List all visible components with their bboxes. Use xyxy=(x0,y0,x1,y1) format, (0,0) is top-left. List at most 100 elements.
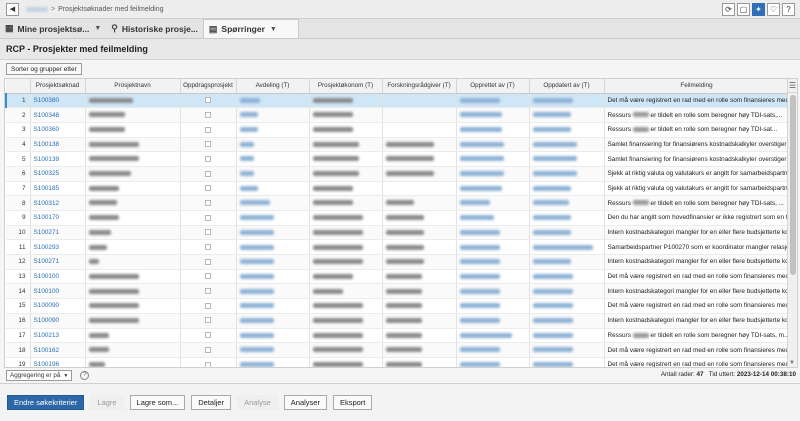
tab-2[interactable]: ⚲ Historiske prosje... xyxy=(106,19,203,38)
research-advisor-cell xyxy=(382,254,457,270)
table-row[interactable]: 10 S100271 Intern kostnadskategori mangler… xyxy=(6,225,790,241)
table-row[interactable]: 9 S100170 Den du har angitt som hovedfinan… xyxy=(6,210,790,226)
help-icon[interactable]: ? xyxy=(782,3,795,16)
table-row[interactable]: 16 S100090 Intern kostnadskategori mangler… xyxy=(6,313,790,329)
row-number: 3 xyxy=(6,122,31,138)
research-advisor-cell xyxy=(382,283,457,300)
column-menu-icon[interactable]: ☰ xyxy=(788,79,797,93)
redacted-value xyxy=(88,215,119,221)
table-row[interactable]: 2 S100348 Ressurs er tildelt en rolle som … xyxy=(6,107,790,123)
column-header[interactable]: Prosjektøkonom (T) xyxy=(309,79,383,94)
application-link[interactable]: S100090 xyxy=(30,313,86,329)
department-cell xyxy=(236,151,310,167)
application-link[interactable]: S100380 xyxy=(30,93,86,109)
application-link[interactable]: S100185 xyxy=(30,181,86,197)
error-message-cell: Ressurs er tildelt en rolle som beregner… xyxy=(604,122,790,138)
column-header[interactable]: Forskningsrådgiver (T) xyxy=(382,79,457,94)
table-row[interactable]: 1 S100380 Det må være registrert en rad me… xyxy=(5,93,790,109)
layout-icon[interactable]: ▢ xyxy=(737,3,750,16)
research-advisor-cell xyxy=(382,107,457,123)
redacted-value xyxy=(532,215,571,221)
refresh-icon[interactable]: ⟳ xyxy=(722,3,735,16)
application-link[interactable]: S100139 xyxy=(30,151,86,167)
assignment-project-cell xyxy=(180,298,237,314)
breadcrumb-blurred-parent[interactable] xyxy=(26,6,48,12)
column-header[interactable] xyxy=(6,79,31,94)
research-advisor-cell xyxy=(382,328,457,344)
change-criteria-button[interactable]: Endre søkekriterier xyxy=(7,395,85,410)
back-arrow-icon[interactable]: ◀ xyxy=(6,2,19,16)
table-row[interactable]: 5 S100139 Samlet finansiering for finansiø… xyxy=(6,151,790,167)
redacted-value xyxy=(385,244,424,250)
application-link[interactable]: S100325 xyxy=(30,166,86,182)
row-number: 14 xyxy=(6,283,31,300)
redacted-value xyxy=(532,303,573,309)
table-row[interactable]: 19 S100196 Det må være registrert en rad m… xyxy=(6,357,790,367)
column-header[interactable]: Feilmelding xyxy=(604,79,790,94)
tab-1[interactable]: ▦ Mine prosjektsø... ▼ xyxy=(0,19,106,38)
details-button[interactable]: Detaljer xyxy=(191,395,232,410)
application-link[interactable]: S100213 xyxy=(30,328,86,344)
application-link[interactable]: S100170 xyxy=(30,210,86,226)
assignment-project-cell xyxy=(180,269,237,285)
table-row[interactable]: 13 S100100 Det må være registrert en rad m… xyxy=(6,269,790,285)
sort-group-button[interactable]: Sorter og grupper etter xyxy=(6,63,82,75)
column-header[interactable]: Opprettet av (T) xyxy=(456,79,530,94)
table-row[interactable]: 6 S100325 Sjekk at riktig valuta og valuta… xyxy=(6,166,790,182)
table-row[interactable]: 11 S100293 Samarbeidspartner P100270 som e… xyxy=(6,239,790,256)
application-link[interactable]: S100100 xyxy=(30,269,86,285)
project-name-cell xyxy=(85,298,181,314)
scroll-down-icon[interactable]: ▼ xyxy=(789,360,795,366)
error-message-cell: Samlet finansiering for finansiørens kos… xyxy=(604,151,790,167)
application-link[interactable]: S100312 xyxy=(30,195,86,211)
row-number: 9 xyxy=(6,210,31,226)
redacted-value xyxy=(239,171,254,177)
chevron-down-icon[interactable]: ▼ xyxy=(94,25,101,32)
table-row[interactable]: 15 S100090 Det må være registrert en rad m… xyxy=(6,298,790,314)
application-link[interactable]: S100271 xyxy=(30,225,86,241)
aggregation-select[interactable]: Aggregering er på ▼ xyxy=(6,370,73,381)
table-row[interactable]: 7 S100185 Sjekk at riktig valuta og valuta… xyxy=(6,181,790,197)
project-economist-cell xyxy=(309,93,383,109)
table-row[interactable]: 12 S100271 Intern kostnadskategori mangler… xyxy=(6,254,790,270)
project-name-cell xyxy=(85,181,181,197)
column-header[interactable]: Avdeling (T) xyxy=(236,79,310,94)
redacted-value xyxy=(239,127,258,133)
analyses-button[interactable]: Analyser xyxy=(283,395,327,410)
assignment-project-cell xyxy=(180,181,237,197)
application-link[interactable]: S100348 xyxy=(30,107,86,123)
vertical-scrollbar[interactable]: ☰ ▼ xyxy=(787,79,797,367)
redacted-value xyxy=(459,303,500,309)
save-as-button[interactable]: Lagre som... xyxy=(129,395,186,410)
lightbulb-icon[interactable]: ✦ xyxy=(752,3,765,16)
scrollbar-thumb[interactable] xyxy=(790,95,796,275)
export-button[interactable]: Eksport xyxy=(332,395,373,410)
table-row[interactable]: 8 S100312 Ressurs er tildelt en rolle som … xyxy=(6,195,790,211)
column-header[interactable]: Oppdragsprosjekt xyxy=(180,79,237,94)
table-row[interactable]: 3 S100360 Ressurs er tildelt en rolle som … xyxy=(6,122,790,138)
application-link[interactable]: S100090 xyxy=(30,298,86,314)
row-number: 1 xyxy=(5,93,31,109)
application-link[interactable]: S100360 xyxy=(30,122,86,138)
redacted-value xyxy=(88,244,107,250)
table-row[interactable]: 17 S100213 Ressurs er tildelt en rolle som… xyxy=(6,328,790,344)
tab-3[interactable]: ▤ Spørringer ▼ xyxy=(202,19,299,38)
column-header[interactable]: Oppdatert av (T) xyxy=(529,79,605,94)
table-row[interactable]: 4 S100138 Samlet finansiering for finansiø… xyxy=(6,137,790,153)
application-link[interactable]: S100271 xyxy=(30,254,86,270)
table-row[interactable]: 18 S100162 Det må være registrert en rad m… xyxy=(6,342,790,358)
application-link[interactable]: S100162 xyxy=(30,342,86,358)
redacted-value xyxy=(239,215,274,221)
column-header[interactable]: Prosjektnavn xyxy=(85,79,181,94)
application-link[interactable]: S100293 xyxy=(30,239,86,256)
application-link[interactable]: S100138 xyxy=(30,137,86,153)
result-stats: Antall rader: 47 Tid uttert: 2023-12-14 … xyxy=(661,371,796,378)
application-link[interactable]: S100100 xyxy=(30,283,86,300)
column-header[interactable]: Prosjektsøknad xyxy=(30,79,86,94)
application-link[interactable]: S100196 xyxy=(30,357,86,367)
table-row[interactable]: 14 S100100 Intern kostnadskategori mangler… xyxy=(6,283,790,300)
help-icon[interactable]: ? xyxy=(80,371,90,380)
tab-label: Spørringer xyxy=(221,24,265,34)
heart-icon[interactable]: ♡ xyxy=(767,3,780,16)
chevron-down-icon[interactable]: ▼ xyxy=(270,26,277,33)
